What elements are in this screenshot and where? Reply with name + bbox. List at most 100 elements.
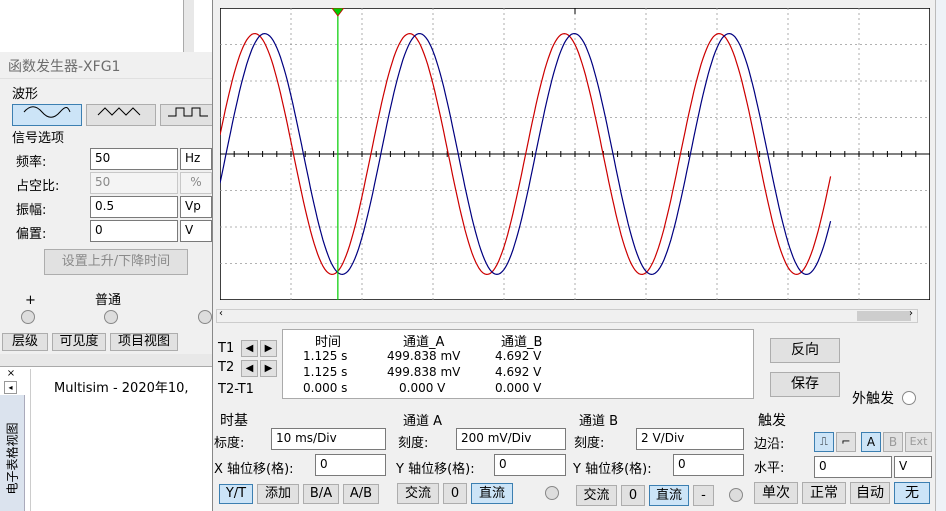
chb-minus-button[interactable]: - [693, 485, 714, 506]
ext-trigger-label: 外触发 [852, 391, 894, 407]
t1-cha: 499.838 mV [387, 349, 461, 363]
bg-scroll-btn[interactable]: ◂ [4, 381, 17, 394]
col-cha-header: 通道_A [403, 335, 445, 350]
t1-left-button[interactable]: ◀ [241, 340, 258, 357]
x-offset-field[interactable]: 0 [315, 454, 386, 476]
save-button[interactable]: 保存 [770, 372, 840, 397]
bg-scroll-col [183, 0, 194, 52]
waveform-heading: 波形 [12, 87, 39, 102]
level-field[interactable]: 0 [814, 456, 892, 478]
mode-ba-button[interactable]: B/A [303, 484, 339, 504]
sine-wave-button[interactable] [12, 104, 82, 126]
freq-unit[interactable]: Hz [180, 148, 212, 170]
freq-field[interactable]: 50 [90, 148, 178, 170]
scope-display [220, 8, 930, 300]
x-offset-label: X 轴位移(格): [214, 462, 294, 477]
timebase-scale-label: 标度: [214, 436, 245, 451]
cha-dc-button[interactable]: 直流 [471, 483, 513, 504]
col-chb-header: 通道_B [501, 335, 543, 350]
timebase-scale-field[interactable]: 10 ms/Div [271, 428, 386, 450]
ext-trigger-terminal[interactable] [902, 391, 916, 405]
rising-edge-button[interactable]: ⎍ [814, 432, 834, 452]
trigger-title: 触发 [758, 413, 786, 429]
t1-chb: 4.692 V [495, 349, 542, 363]
trigger-single-button[interactable]: 单次 [754, 482, 798, 504]
t2-left-button[interactable]: ◀ [241, 360, 258, 377]
bg-top-strip [0, 0, 213, 52]
mode-add-button[interactable]: 添加 [257, 484, 299, 504]
cha-yoffset-label: Y 轴位移(格): [396, 462, 475, 477]
t1-right-button[interactable]: ▶ [260, 340, 277, 357]
reverse-button[interactable]: 反向 [770, 338, 840, 363]
sine-wave-icon [23, 106, 71, 118]
amp-unit[interactable]: Vp [180, 196, 212, 218]
cha-terminal[interactable] [545, 486, 559, 500]
tab-hierarchy[interactable]: 层级 [2, 333, 48, 351]
chb-scale-field[interactable]: 2 V/Div [636, 428, 744, 450]
tab-visibility[interactable]: 可见度 [52, 333, 106, 351]
duty-field[interactable]: 50 [90, 172, 178, 194]
plus-terminal[interactable] [21, 310, 35, 324]
log-text: Multisim - 2020年10, [54, 381, 189, 396]
cha-zero-button[interactable]: 0 [443, 483, 467, 504]
dt-time: 0.000 s [303, 381, 348, 395]
cha-yoffset-field[interactable]: 0 [494, 454, 566, 476]
chb-yoffset-field[interactable]: 0 [673, 454, 744, 476]
fg-title-bar-bg [0, 52, 212, 79]
t2-time: 1.125 s [303, 365, 348, 379]
trigger-source-a[interactable]: A [861, 432, 881, 452]
offset-label: 偏置: [16, 227, 47, 242]
arrow-right-icon: ▶ [264, 343, 273, 354]
scope-scrollbar[interactable]: ‹ › [216, 308, 918, 323]
t2-label: T2 [218, 360, 235, 375]
arrow-left-icon: ◀ [245, 343, 254, 354]
duty-label: 占空比: [16, 179, 60, 194]
trigger-none-button[interactable]: 无 [894, 482, 930, 504]
rising-edge-icon: ⎍ [820, 435, 828, 448]
triangle-wave-icon [97, 107, 141, 116]
trigger-auto-button[interactable]: 自动 [850, 482, 890, 504]
trigger-normal-button[interactable]: 正常 [802, 482, 846, 504]
duty-unit: % [180, 172, 212, 194]
tab-project-view[interactable]: 项目视图 [110, 333, 178, 351]
square-wave-button[interactable] [160, 104, 212, 126]
chb-terminal[interactable] [729, 488, 743, 502]
t2-right-button[interactable]: ▶ [260, 360, 277, 377]
cha-title: 通道 A [403, 414, 443, 429]
falling-edge-button[interactable]: ⌐ [836, 432, 856, 452]
offset-unit[interactable]: V [180, 220, 212, 242]
plus-terminal-label: + [25, 293, 36, 308]
trigger-source-ext[interactable]: Ext [905, 432, 932, 452]
spreadsheet-view-label: 电子表格视图 [5, 422, 20, 495]
chb-title: 通道 B [579, 414, 619, 429]
chb-zero-button[interactable]: 0 [621, 485, 645, 506]
chb-dc-button[interactable]: 直流 [649, 485, 689, 506]
mode-yt-button[interactable]: Y/T [219, 484, 253, 504]
chb-ac-button[interactable]: 交流 [576, 485, 617, 506]
triangle-wave-button[interactable] [86, 104, 156, 126]
falling-edge-icon: ⌐ [841, 435, 851, 448]
scroll-thumb[interactable] [857, 311, 911, 321]
scroll-right-icon[interactable]: › [909, 308, 913, 319]
arrow-left-icon: ◀ [245, 363, 254, 374]
minus-terminal[interactable] [198, 310, 212, 324]
t1-time: 1.125 s [303, 349, 348, 363]
cha-scale-field[interactable]: 200 mV/Div [456, 428, 566, 450]
level-unit-field[interactable]: V [894, 456, 932, 478]
t2t1-label: T2-T1 [218, 382, 254, 397]
rise-fall-time-button[interactable]: 设置上升/下降时间 [44, 249, 188, 275]
common-terminal[interactable] [104, 310, 118, 324]
col-time-header: 时间 [315, 335, 342, 350]
mode-ab-button[interactable]: A/B [343, 484, 379, 504]
dt-chb: 0.000 V [495, 381, 542, 395]
trigger-source-b[interactable]: B [883, 432, 903, 452]
amp-label: 振幅: [16, 203, 47, 218]
amp-field[interactable]: 0.5 [90, 196, 178, 218]
cha-scale-label: 刻度: [398, 436, 429, 451]
dt-cha: 0.000 V [399, 381, 446, 395]
scroll-left-icon[interactable]: ‹ [219, 308, 223, 319]
cha-ac-button[interactable]: 交流 [397, 483, 439, 504]
offset-field[interactable]: 0 [90, 220, 178, 242]
level-label: 水平: [754, 461, 785, 476]
bg-close-small[interactable]: × [4, 368, 18, 380]
